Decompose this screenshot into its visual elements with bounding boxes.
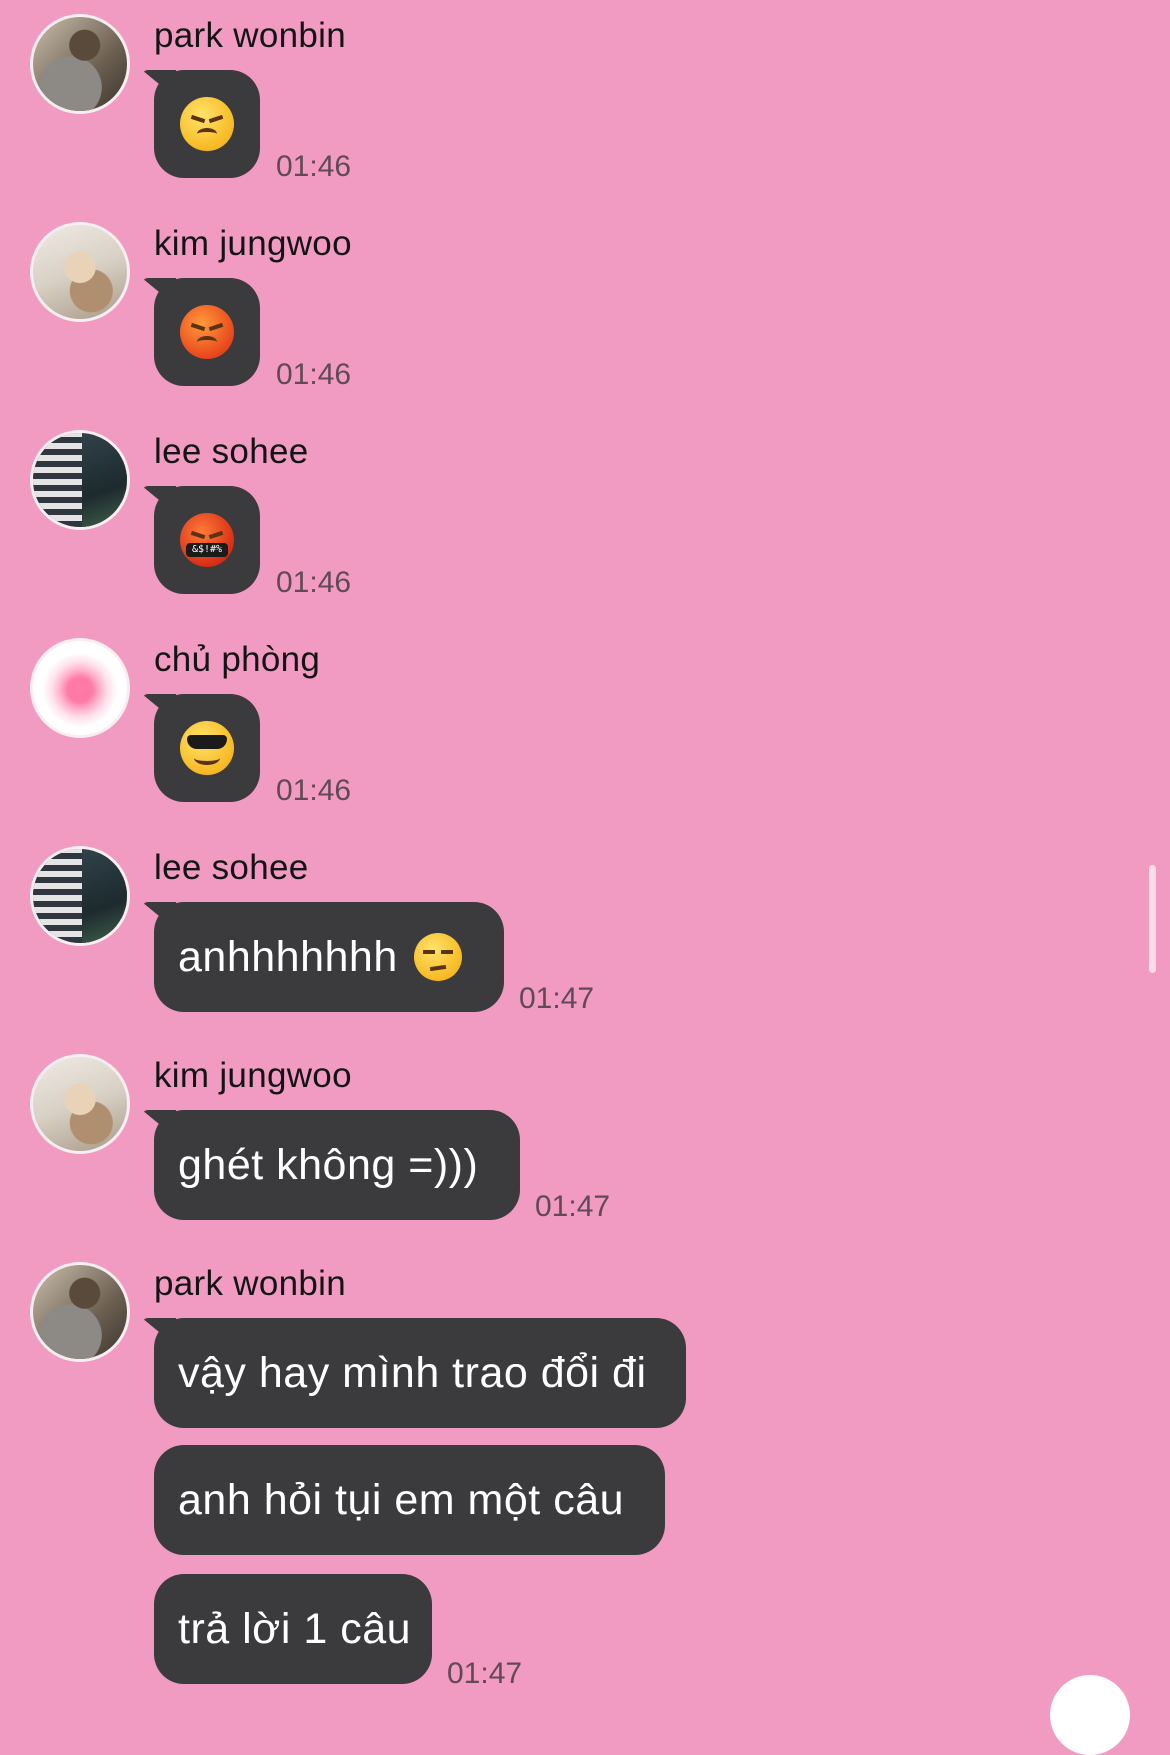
lee-sohee-photo bbox=[33, 433, 127, 527]
message-time: 01:46 bbox=[276, 566, 352, 599]
chat-thread[interactable]: park wonbin 01:46 kim jungwoo 01:46 lee … bbox=[0, 0, 1170, 1755]
avatar[interactable] bbox=[30, 846, 130, 946]
message-time: 01:47 bbox=[519, 982, 595, 1015]
park-wonbin-photo bbox=[33, 1265, 127, 1359]
message-text: anh hỏi tụi em một câu bbox=[178, 1475, 625, 1524]
message-text: trả lời 1 câu bbox=[178, 1604, 412, 1653]
sender-name: lee sohee bbox=[154, 848, 309, 887]
heart-avatar-icon bbox=[33, 641, 127, 735]
text-bubble[interactable]: anhhhhhhh bbox=[154, 902, 504, 1012]
lee-sohee-photo bbox=[33, 849, 127, 943]
park-wonbin-photo bbox=[33, 17, 127, 111]
avatar[interactable] bbox=[30, 14, 130, 114]
unamused-face-icon bbox=[413, 933, 462, 981]
pouting-face-icon bbox=[180, 305, 234, 359]
text-bubble[interactable]: vậy hay mình trao đổi đi bbox=[154, 1318, 686, 1428]
message-time: 01:46 bbox=[276, 150, 352, 183]
sender-name: lee sohee bbox=[154, 432, 309, 471]
sunglasses-face-icon bbox=[180, 721, 234, 775]
kim-jungwoo-photo bbox=[33, 225, 127, 319]
sender-name: chủ phòng bbox=[154, 640, 321, 679]
avatar[interactable] bbox=[30, 1262, 130, 1362]
avatar[interactable] bbox=[30, 1054, 130, 1154]
sender-name: park wonbin bbox=[154, 16, 347, 55]
avatar[interactable] bbox=[30, 222, 130, 322]
text-bubble[interactable]: anh hỏi tụi em một câu bbox=[154, 1445, 665, 1555]
message-text: anhhhhhhh bbox=[178, 932, 398, 981]
emoji-bubble[interactable]: &$!#% bbox=[154, 486, 260, 594]
text-bubble[interactable]: trả lời 1 câu bbox=[154, 1574, 432, 1684]
angry-face-icon bbox=[180, 97, 234, 151]
emoji-bubble[interactable] bbox=[154, 278, 260, 386]
avatar[interactable] bbox=[30, 430, 130, 530]
avatar[interactable] bbox=[30, 638, 130, 738]
scrollbar[interactable] bbox=[1149, 865, 1156, 973]
sender-name: kim jungwoo bbox=[154, 1056, 352, 1095]
message-time: 01:47 bbox=[447, 1657, 523, 1690]
emoji-bubble[interactable] bbox=[154, 70, 260, 178]
message-text: vậy hay mình trao đổi đi bbox=[178, 1348, 647, 1397]
message-text: ghét không =))) bbox=[178, 1140, 479, 1189]
emoji-bubble[interactable] bbox=[154, 694, 260, 802]
scroll-down-button[interactable] bbox=[1050, 1675, 1130, 1755]
sender-name: kim jungwoo bbox=[154, 224, 352, 263]
message-time: 01:46 bbox=[276, 358, 352, 391]
message-time: 01:47 bbox=[535, 1190, 611, 1223]
sender-name: park wonbin bbox=[154, 1264, 347, 1303]
message-time: 01:46 bbox=[276, 774, 352, 807]
kim-jungwoo-photo bbox=[33, 1057, 127, 1151]
cursing-face-icon: &$!#% bbox=[180, 513, 234, 567]
text-bubble[interactable]: ghét không =))) bbox=[154, 1110, 520, 1220]
